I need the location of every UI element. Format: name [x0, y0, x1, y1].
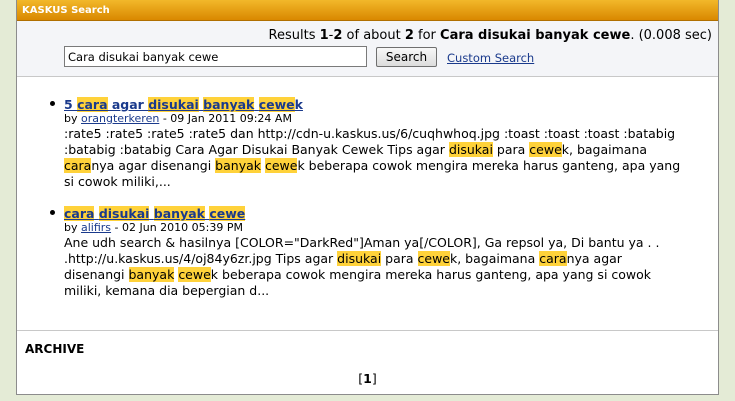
result-snippet: Ane udh search & hasilnya [COLOR="DarkRe…	[64, 235, 704, 299]
snippet-line: disenangi banyak cewek beberapa cowok me…	[64, 267, 652, 282]
bullet-icon	[50, 101, 55, 106]
search-button[interactable]: Search	[376, 47, 437, 67]
panel-title: KASKUS Search	[17, 0, 718, 21]
page-current[interactable]: 1	[363, 371, 372, 386]
result-item: cara disukai banyak cewe by alifirs - 02 …	[50, 206, 704, 299]
results-timing: . (0.008 sec)	[630, 28, 712, 43]
pagination: [1]	[358, 371, 377, 386]
for-word: for	[413, 28, 441, 43]
result-item: 5 cara agar disukai banyak cewek by orang…	[50, 97, 704, 190]
results-query: Cara disukai banyak cewe	[440, 28, 631, 43]
results-total: 2	[404, 28, 414, 43]
snippet-line: :batabig :batabig Cara Agar Disukai Bany…	[64, 142, 648, 157]
of-about: of about	[342, 28, 405, 43]
search-input[interactable]	[64, 46, 367, 67]
post-date: - 02 Jun 2010 05:39 PM	[111, 221, 243, 234]
author-link[interactable]: alifirs	[81, 221, 111, 234]
results-list: 5 cara agar disukai banyak cewek by orang…	[17, 76, 718, 331]
post-date: - 09 Jan 2011 09:24 AM	[159, 112, 292, 125]
search-form: Results 1-2 of about 2 for Cara disukai …	[17, 21, 718, 77]
snippet-line: caranya agar disenangi banyak cewek bebe…	[64, 158, 681, 173]
result-title-link[interactable]: cara disukai banyak cewe	[64, 206, 246, 221]
custom-search-link[interactable]: Custom Search	[447, 51, 534, 65]
snippet-line: si cowok miliki,...	[64, 174, 171, 189]
result-meta: by orangterkeren - 09 Jan 2011 09:24 AM	[64, 112, 292, 125]
result-meta: by alifirs - 02 Jun 2010 05:39 PM	[64, 221, 243, 234]
snippet-line: :rate5 :rate5 :rate5 :rate5 dan http://c…	[64, 126, 676, 141]
result-snippet: :rate5 :rate5 :rate5 :rate5 dan http://c…	[64, 126, 704, 190]
search-panel: KASKUS Search Results 1-2 of about 2 for…	[16, 0, 719, 395]
snippet-line: .http://u.kaskus.us/4/oj84y6zr.jpg Tips …	[64, 251, 622, 266]
archive-heading: ARCHIVE	[25, 342, 85, 356]
bullet-icon	[50, 210, 55, 215]
author-link[interactable]: orangterkeren	[81, 112, 159, 125]
range-start: 1	[319, 28, 329, 43]
snippet-line: Ane udh search & hasilnya [COLOR="DarkRe…	[64, 235, 660, 250]
results-prefix: Results	[268, 28, 320, 43]
result-title-link[interactable]: 5 cara agar disukai banyak cewek	[64, 97, 303, 112]
snippet-line: miliki, kemana dia bepergian d...	[64, 283, 270, 298]
results-summary: Results 1-2 of about 2 for Cara disukai …	[269, 28, 712, 43]
